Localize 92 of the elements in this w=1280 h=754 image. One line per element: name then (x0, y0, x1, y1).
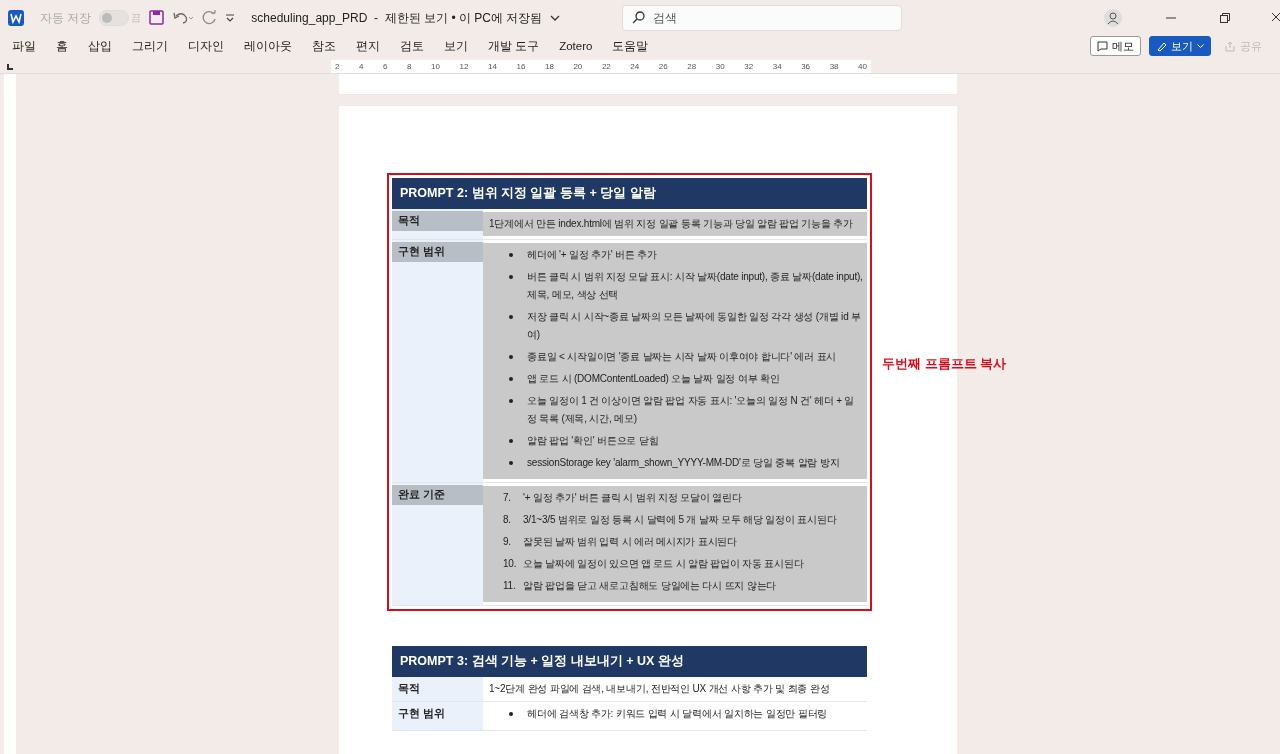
ruler-number: 36 (801, 61, 811, 72)
ruler-number: 24 (630, 61, 640, 72)
document-title[interactable]: scheduling_app_PRD - 제한된 보기 • 이 PC에 저장됨 (251, 8, 543, 27)
autosave-toggle[interactable] (99, 9, 130, 26)
ruler-number: 8 (407, 61, 412, 72)
bullet-icon (509, 399, 513, 404)
bullet-icon (509, 712, 513, 716)
restore-icon[interactable] (1220, 12, 1230, 23)
search-icon (632, 11, 646, 25)
item-number: 10. (503, 557, 518, 572)
ruler-number: 28 (687, 61, 697, 72)
ribbon-tab[interactable]: 파일 (12, 35, 36, 58)
ribbon-tab[interactable]: 검토 (400, 35, 424, 58)
customize-caret-icon[interactable] (225, 12, 236, 23)
cell-text: 1~2단계 완성 파일에 검색, 내보내기, 전반적인 UX 개선 사항 추가 및 최종 완성 (489, 683, 830, 694)
bullet-icon (509, 355, 513, 360)
comment-icon (1097, 40, 1108, 52)
ribbon-tab[interactable]: 편지 (356, 35, 380, 58)
cell-text: 1단계에서 만든 index.html에 범위 지정 일괄 등록 기능과 당일 알람 팝업 기능을 추가 (489, 218, 854, 230)
ribbon-tab[interactable]: 홈 (56, 35, 68, 58)
ribbon-tab[interactable]: 도움말 (612, 35, 649, 58)
close-icon[interactable] (1272, 12, 1280, 23)
tab-stop-icon[interactable] (7, 63, 13, 70)
row-label: 구현 범위 (398, 706, 446, 721)
word-logo-icon (8, 9, 24, 26)
list-item-text: 3/1~3/5 범위로 일정 등록 시 달력에 5 개 날짜 모두 해당 일정이 표시된다 (523, 513, 837, 528)
list-item-text: 알람 팝업 '확인' 버튼으로 닫힘 (527, 434, 659, 449)
user-avatar-icon[interactable] (1104, 8, 1122, 27)
ruler-number: 14 (488, 61, 497, 72)
share-icon (1225, 40, 1236, 52)
ribbon-tab[interactable]: 디자인 (188, 35, 224, 58)
item-number: 11. (503, 579, 517, 594)
list-item-text: 버튼 클릭 시 범위 지정 모달 표시: 시작 날짜(date input), 종료 날짜(date input), 제목, 메모, 색상 선택 (527, 270, 863, 303)
list-item-text: sessionStorage key 'alarm_shown_YYYY-MM-DD'로 당일 중복 알람 방지 (527, 456, 840, 471)
list-item-text: 헤더에 '+ 일정 추가' 버튼 추가 (527, 248, 657, 263)
item-number: 8. (503, 513, 512, 528)
list-item-text: 저장 클릭 시 시작~종료 날짜의 모든 날짜에 동일한 일정 각각 생성 (개별 id 부여) (527, 310, 862, 343)
ruler-number: 16 (516, 61, 526, 72)
row-label: 목적 (392, 211, 483, 231)
ruler-number: 30 (715, 61, 725, 72)
row-label: 구현 범위 (392, 242, 483, 262)
ribbon-tab[interactable]: 개발 도구 (488, 35, 540, 58)
ruler-number: 18 (544, 61, 554, 72)
list-item-text: 헤더에 검색창 추가: 키워드 입력 시 달력에서 일치하는 일정만 필터링 (527, 707, 828, 721)
ruler-number: 6 (383, 61, 388, 72)
bullet-icon (509, 253, 513, 258)
list-item-text: 오늘 날짜에 일정이 있으면 앱 로드 시 알람 팝업이 자동 표시된다 (523, 557, 804, 572)
pen-icon (1156, 40, 1167, 52)
ruler-number: 38 (829, 61, 839, 72)
ribbon-tab[interactable]: 참조 (312, 35, 336, 58)
autosave-label: 자동 저장 (40, 9, 92, 27)
save-icon[interactable] (149, 10, 165, 26)
ruler-number: 4 (359, 61, 364, 72)
item-number: 9. (503, 535, 512, 550)
list-item-text: 알람 팝업을 닫고 새로고침해도 당일에는 다시 뜨지 않는다 (523, 579, 777, 594)
caret-icon[interactable] (550, 13, 561, 22)
ribbon-tab[interactable]: 레이아웃 (244, 35, 292, 58)
bullet-icon (509, 377, 513, 382)
row-label: 완료 기준 (392, 485, 483, 505)
row-label: 목적 (398, 681, 421, 696)
item-number: 7. (503, 491, 512, 506)
ruler-number: 22 (601, 61, 611, 72)
ruler-number: 26 (658, 61, 668, 72)
ruler-number: 34 (772, 61, 782, 72)
list-item-text: '+ 일정 추가' 버튼 클릭 시 범위 지정 모달이 열린다 (523, 491, 742, 506)
bullet-icon (509, 439, 513, 444)
undo-icon[interactable] (172, 10, 195, 26)
table-title: PROMPT 3: 검색 기능 + 일정 내보내기 + UX 완성 (392, 646, 867, 677)
bullet-icon (509, 461, 513, 466)
ruler-number: 20 (573, 61, 583, 72)
ruler-number: 10 (431, 61, 440, 72)
ribbon-tab[interactable]: Zotero (559, 35, 593, 58)
bullet-icon (509, 315, 513, 320)
ruler-number: 32 (744, 61, 754, 72)
list-item-text: 잘못된 날짜 범위 입력 시 에러 메시지가 표시된다 (523, 535, 738, 550)
search-field[interactable]: 검색 (622, 4, 903, 31)
caret-icon (1197, 43, 1204, 49)
ruler-number: 2 (335, 61, 340, 72)
ruler-number: 40 (858, 61, 867, 72)
list-item-text: 종료일 < 시작일이면 '종료 날짜는 시작 날짜 이후여야 합니다' 에러 표시 (527, 350, 837, 365)
list-item-text: 오늘 일정이 1 건 이상이면 알람 팝업 자동 표시: '오늘의 일정 N 건' 헤더 + 일정 목록 (제목, 시간, 메모) (527, 394, 856, 427)
ruler-number: 12 (459, 61, 469, 72)
ribbon-tab[interactable]: 보기 (444, 35, 468, 58)
bullet-icon (509, 275, 513, 280)
table-title: PROMPT 2: 범위 지정 일괄 등록 + 당일 알람 (392, 178, 867, 210)
ribbon-tab[interactable]: 삽입 (88, 35, 112, 58)
ribbon-tab[interactable]: 그리기 (132, 35, 168, 58)
list-item-text: 앱 로드 시 (DOMContentLoaded) 오늘 날짜 일정 여부 확인 (527, 372, 780, 387)
redo-icon[interactable] (202, 10, 218, 26)
ribbon-button[interactable]: 보기 (1149, 36, 1211, 57)
ribbon-button[interactable]: 메모 (1090, 36, 1141, 57)
annotation-text: 두번째 프롬프트 복사 (882, 355, 1007, 374)
